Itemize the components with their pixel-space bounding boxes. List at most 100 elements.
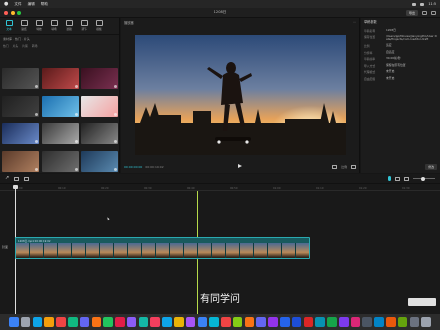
dock-app-icon[interactable] (56, 317, 66, 327)
dock-app-icon[interactable] (138, 317, 149, 327)
media-thumbnail[interactable] (2, 150, 39, 176)
media-thumbnail[interactable] (41, 95, 79, 121)
dock-app-icon[interactable] (209, 317, 219, 327)
dock-app-icon[interactable] (67, 317, 78, 327)
dock-app-icon[interactable] (20, 317, 31, 327)
download-icon[interactable] (74, 140, 78, 143)
modify-button[interactable]: 修改 (425, 164, 437, 170)
tool-text[interactable]: 文本 (3, 20, 15, 34)
media-subtab[interactable]: 片尾 (22, 44, 28, 48)
dock-app-icon[interactable] (115, 317, 125, 327)
dock-app-icon[interactable] (350, 317, 361, 327)
dock-app-icon[interactable] (44, 317, 54, 327)
dock-app-icon[interactable] (386, 317, 396, 327)
dock-app-icon[interactable] (338, 317, 349, 327)
menu-edit[interactable]: 编辑 (28, 2, 35, 7)
media-thumbnail[interactable] (2, 95, 39, 121)
tool-adjust[interactable]: 调节 (78, 20, 90, 34)
more-icon[interactable]: ⋯ (353, 20, 356, 24)
clock[interactable]: 11:5 (428, 2, 436, 6)
media-subtab[interactable]: 转场 (32, 44, 38, 48)
dock-app-icon[interactable] (185, 317, 196, 327)
wifi-icon[interactable] (412, 2, 417, 6)
export-button[interactable]: 导出 (405, 10, 418, 16)
dock-app-icon[interactable] (268, 317, 278, 327)
play-button[interactable] (238, 164, 242, 168)
dock-app-icon[interactable] (362, 317, 373, 327)
tool-transition[interactable]: 转场 (48, 20, 60, 34)
download-icon[interactable] (114, 167, 117, 171)
tool-label: 滤镜 (66, 27, 72, 31)
fullscreen-icon[interactable] (332, 165, 338, 169)
video-preview[interactable] (135, 35, 346, 155)
layout-icon[interactable] (422, 11, 427, 15)
dock-app-icon[interactable] (232, 317, 243, 327)
media-thumbnail[interactable] (81, 68, 118, 93)
dock-app-icon[interactable] (409, 317, 420, 327)
dock-app-icon[interactable] (126, 317, 137, 327)
dock-app-icon[interactable] (244, 317, 255, 327)
dock-app-icon[interactable] (327, 317, 337, 327)
dock-app-icon[interactable] (291, 317, 302, 327)
dock-app-icon[interactable] (280, 317, 290, 327)
dock-app-icon[interactable] (103, 317, 113, 327)
media-thumbnail[interactable] (41, 123, 79, 148)
dock-app-icon[interactable] (421, 317, 431, 327)
download-icon[interactable] (74, 167, 78, 171)
zoom-slider[interactable] (413, 176, 435, 181)
download-icon[interactable] (35, 140, 38, 143)
dock-app-icon[interactable] (173, 317, 184, 327)
download-icon[interactable] (74, 85, 78, 88)
dock-app-icon[interactable] (221, 317, 231, 327)
download-icon[interactable] (114, 85, 117, 88)
menu-file[interactable]: 文件 (14, 2, 21, 7)
battery-icon[interactable] (420, 2, 425, 6)
download-icon[interactable] (74, 112, 78, 116)
shortcut-icon[interactable] (431, 11, 436, 15)
dock-app-icon[interactable] (162, 317, 172, 327)
media-thumbnail[interactable] (81, 123, 118, 148)
dock-app-icon[interactable] (256, 317, 267, 327)
delete-icon[interactable] (24, 176, 30, 181)
ratio-button[interactable]: 比例 (341, 165, 347, 169)
snap-icon[interactable] (404, 176, 409, 181)
media-thumbnail[interactable] (41, 68, 79, 93)
download-icon[interactable] (35, 167, 38, 171)
tool-effects[interactable]: 特效 (33, 20, 45, 34)
expand-icon[interactable] (351, 165, 356, 169)
menu-help[interactable]: 帮助 (41, 2, 48, 7)
dock-app-icon[interactable] (303, 317, 314, 327)
media-thumbnail[interactable] (2, 123, 39, 148)
media-thumbnail[interactable] (41, 150, 79, 176)
link-icon[interactable] (395, 176, 400, 181)
record-audio-icon[interactable] (388, 176, 391, 181)
media-thumbnail[interactable] (2, 68, 39, 93)
dock-app-icon[interactable] (150, 317, 160, 327)
media-thumbnail[interactable] (81, 150, 118, 176)
tool-sticker[interactable]: 贴纸 (18, 20, 30, 34)
video-clip[interactable]: 1208日.mp4 00:00:19:02 (15, 237, 310, 259)
apple-icon[interactable]: ● (4, 1, 8, 7)
dock-app-icon[interactable] (197, 317, 208, 327)
media-subtab[interactable]: 片头 (13, 44, 19, 48)
dock-app-icon[interactable] (79, 317, 90, 327)
dock-app-icon[interactable] (397, 317, 408, 327)
download-icon[interactable] (114, 112, 117, 116)
tool-template[interactable]: 模板 (93, 20, 105, 34)
cover-button[interactable]: 封面 (2, 245, 8, 249)
tool-filter[interactable]: 滤镜 (63, 20, 75, 34)
time-ruler[interactable]: 00:00 00:10 00:20 00:30 00:40 00:50 01:00 01:10… (0, 185, 440, 191)
dock-app-icon[interactable] (9, 317, 19, 327)
select-tool-icon[interactable]: ↗ (5, 176, 9, 181)
dock-app-icon[interactable] (315, 317, 325, 327)
media-thumbnail[interactable] (81, 95, 118, 121)
breadcrumb[interactable]: 素材库 · 热门 · 片头 (3, 37, 30, 41)
dock-app-icon[interactable] (32, 317, 43, 327)
download-icon[interactable] (114, 140, 117, 143)
dock-app-icon[interactable] (374, 317, 384, 327)
media-subtab[interactable]: 热门 (3, 44, 9, 48)
dock-app-icon[interactable] (91, 317, 102, 327)
split-icon[interactable] (14, 176, 20, 181)
download-icon[interactable] (35, 112, 38, 116)
download-icon[interactable] (35, 85, 38, 88)
